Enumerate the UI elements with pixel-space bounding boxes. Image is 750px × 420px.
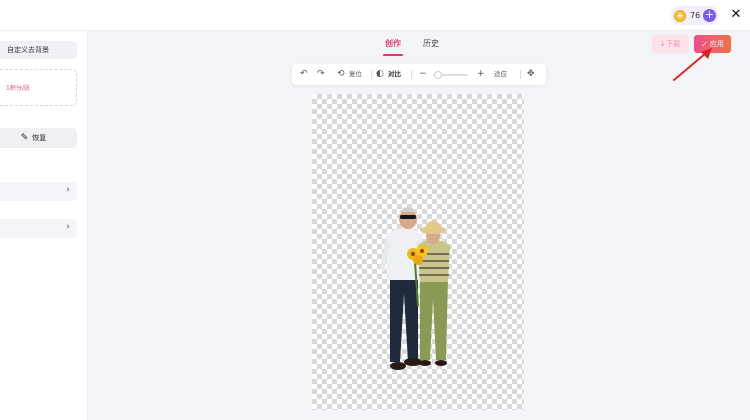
zoom-slider-thumb[interactable] bbox=[434, 71, 443, 79]
woman-figure bbox=[418, 221, 450, 366]
move-icon[interactable]: ✥ bbox=[527, 64, 535, 85]
zoom-out-icon[interactable]: − bbox=[419, 64, 427, 85]
sidebar-row-1[interactable]: › bbox=[0, 182, 77, 201]
left-sidebar: 自定义去背景 1积分/张 ✎ 恢复 › › bbox=[0, 31, 88, 420]
brush-icon: ✎ bbox=[20, 133, 29, 143]
undo-icon[interactable]: ↶ bbox=[300, 64, 308, 85]
chevron-right-icon: › bbox=[66, 222, 70, 232]
compare-label[interactable]: 对比 bbox=[388, 64, 401, 85]
annotation-arrow bbox=[673, 48, 712, 81]
restore-label: 恢复 bbox=[32, 134, 47, 142]
upload-area[interactable]: 1积分/张 bbox=[0, 69, 77, 106]
main-tabs: 创作 历史 bbox=[383, 31, 461, 56]
compare-icon[interactable]: ◐ bbox=[376, 64, 384, 85]
zoom-in-icon[interactable]: + bbox=[477, 64, 485, 85]
cutout-photo bbox=[380, 207, 450, 370]
upload-cost-text: 1积分/张 bbox=[6, 85, 30, 92]
editing-toolbar: ↶ ↷ ⟲ 复位 ◐ 对比 − + 适应 ✥ bbox=[292, 64, 546, 85]
chevron-right-icon: › bbox=[66, 185, 70, 195]
coin-icon: ★ bbox=[674, 9, 686, 22]
fit-label[interactable]: 适应 bbox=[494, 64, 507, 85]
toolbar-divider bbox=[411, 70, 412, 79]
reset-icon[interactable]: ⟲ bbox=[337, 64, 345, 85]
credits-badge[interactable]: ★ 76 + bbox=[671, 6, 719, 25]
toolbar-divider bbox=[371, 70, 372, 79]
restore-button[interactable]: ✎ 恢复 bbox=[0, 128, 77, 148]
sidebar-row-2[interactable]: › bbox=[0, 219, 77, 238]
tab-history[interactable]: 历史 bbox=[423, 31, 439, 56]
canvas-preview[interactable] bbox=[312, 94, 524, 410]
mode-selector[interactable]: 自定义去背景 bbox=[0, 41, 77, 59]
redo-icon[interactable]: ↷ bbox=[317, 64, 325, 85]
reset-label[interactable]: 复位 bbox=[349, 64, 362, 85]
download-icon: ⤓ bbox=[660, 39, 665, 48]
toolbar-divider bbox=[520, 70, 521, 79]
top-bar: ★ 76 + ✕ bbox=[0, 0, 750, 31]
close-button[interactable]: ✕ bbox=[729, 8, 743, 22]
add-credits-button[interactable]: + bbox=[703, 9, 716, 22]
tab-create[interactable]: 创作 bbox=[383, 31, 403, 56]
credits-count: 76 bbox=[690, 11, 701, 20]
